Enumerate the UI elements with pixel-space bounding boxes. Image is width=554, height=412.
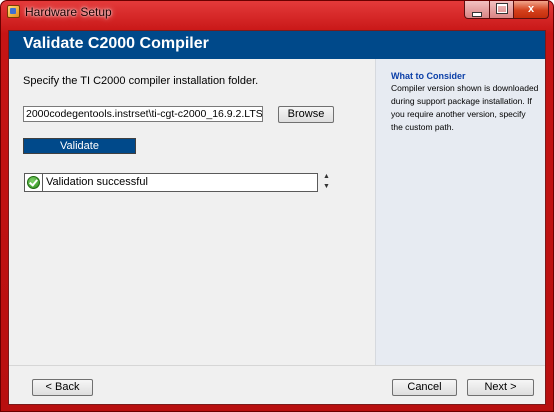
help-panel: What to Consider Compiler version shown … [375, 59, 545, 365]
hardware-setup-window: Hardware Setup x Validate C2000 Compiler… [0, 0, 554, 412]
scroll-down-icon[interactable]: ▼ [322, 182, 331, 192]
instruction-text: Specify the TI C2000 compiler installati… [23, 75, 259, 87]
app-icon [7, 5, 20, 18]
compiler-path-input[interactable]: 2000codegentools.instrset\ti-cgt-c2000_1… [23, 106, 263, 122]
validate-button[interactable]: Validate [23, 138, 136, 154]
validation-status-text: Validation successful [46, 176, 148, 188]
next-button[interactable]: Next > [467, 379, 534, 396]
page-header: Validate C2000 Compiler [9, 31, 545, 59]
minimize-button[interactable] [464, 1, 490, 19]
title-bar[interactable]: Hardware Setup x [1, 1, 553, 23]
check-circle-icon [27, 176, 40, 189]
help-heading: What to Consider [391, 71, 466, 81]
close-icon: x [527, 3, 535, 15]
dialog-footer: < Back Cancel Next > [9, 365, 545, 404]
maximize-icon [496, 4, 507, 13]
close-button[interactable]: x [513, 1, 549, 19]
cancel-button[interactable]: Cancel [392, 379, 457, 396]
validation-result-list: Validation successful [24, 173, 318, 192]
result-scroll-spinner[interactable]: ▲ ▼ [322, 172, 331, 193]
scroll-up-icon[interactable]: ▲ [322, 172, 331, 182]
back-button[interactable]: < Back [32, 379, 93, 396]
help-text: Compiler version shown is downloaded dur… [391, 83, 539, 132]
minimize-icon [472, 12, 482, 17]
dialog-client-area: Validate C2000 Compiler Specify the TI C… [8, 30, 546, 405]
window-title: Hardware Setup [25, 5, 112, 19]
maximize-button[interactable] [489, 1, 514, 19]
browse-button[interactable]: Browse [278, 106, 334, 123]
result-divider [42, 174, 43, 191]
main-panel: Specify the TI C2000 compiler installati… [9, 59, 375, 365]
page-title: Validate C2000 Compiler [23, 35, 209, 52]
